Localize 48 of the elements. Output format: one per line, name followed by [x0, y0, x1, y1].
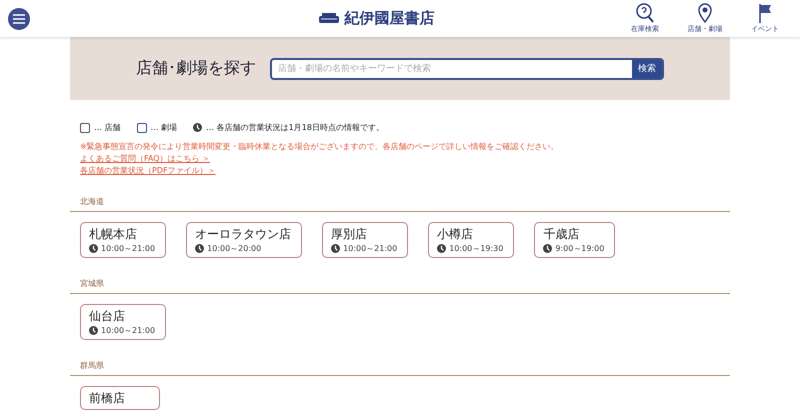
- store-card[interactable]: 仙台店 10:00～21:00: [80, 304, 166, 340]
- clock-icon: [331, 244, 340, 253]
- store-hours: 10:00～21:00: [101, 325, 156, 336]
- clock-icon: [89, 244, 98, 253]
- store-card[interactable]: オーロラタウン店 10:00～20:00: [186, 222, 302, 258]
- region-heading: 宮城県: [79, 278, 105, 290]
- store-name: オーロラタウン店: [195, 226, 292, 242]
- store-card[interactable]: 小樽店 10:00～19:30: [428, 222, 514, 258]
- store-name: 札幌本店: [89, 226, 138, 242]
- store-hours: 10:00～21:00: [343, 243, 398, 254]
- search-title: 店舗･劇場を探す: [136, 58, 256, 79]
- store-card[interactable]: 千歳店 9:00～19:00: [534, 222, 616, 258]
- legend-label: … 店舗: [94, 122, 121, 133]
- clock-icon: [193, 123, 202, 132]
- search-button[interactable]: 検索: [632, 60, 662, 78]
- legend-label: … 劇場: [150, 122, 178, 133]
- bookstore-logo-icon: [318, 12, 340, 26]
- clock-icon: [89, 326, 98, 335]
- store-name: 厚別店: [331, 226, 368, 242]
- store-card[interactable]: 札幌本店 10:00～21:00: [80, 222, 166, 258]
- logo-text: 紀伊國屋書店: [344, 9, 434, 28]
- info-link[interactable]: よくあるご質問（FAQ）はこちら ＞: [80, 153, 210, 164]
- menu-icon: [13, 14, 25, 24]
- clock-icon: [195, 244, 204, 253]
- store-name: 小樽店: [437, 226, 474, 242]
- store-hours: 9:00～19:00: [555, 243, 604, 254]
- notice-text: ※緊急事態宣言の発令により営業時間変更・臨時休業となる場合がございますので、各店舗のページで詳しい情報をご確認ください。: [80, 141, 560, 152]
- search-icon: [636, 3, 654, 23]
- store-card[interactable]: 前橋店: [80, 386, 160, 410]
- location-pin-icon: [698, 3, 712, 23]
- search-field[interactable]: 店舗・劇場の名前やキーワードで検索 検索: [270, 58, 664, 80]
- store-name: 千歳店: [543, 226, 580, 242]
- region-heading: 群馬県: [79, 360, 105, 372]
- theater-checkbox-icon: [136, 122, 147, 132]
- store-checkbox-icon: [80, 122, 90, 132]
- region-heading: 北海道: [79, 196, 105, 208]
- store-hours: 10:00～20:00: [207, 243, 262, 254]
- store-card[interactable]: 厚別店 10:00～21:00: [322, 222, 408, 258]
- store-hours: 10:00～21:00: [101, 243, 156, 254]
- store-hours: 10:00～19:30: [449, 243, 504, 254]
- info-link[interactable]: 各店舗の営業状況（PDFファイル）＞: [80, 165, 216, 176]
- clock-icon: [437, 244, 446, 253]
- clock-icon: [543, 244, 552, 253]
- menu-button[interactable]: [8, 8, 30, 30]
- legend-label: … 各店舗の営業状況は1月18日時点の情報です。: [206, 122, 384, 133]
- store-name: 前橋店: [89, 390, 126, 406]
- store-name: 仙台店: [89, 308, 126, 324]
- flag-icon: [758, 3, 772, 23]
